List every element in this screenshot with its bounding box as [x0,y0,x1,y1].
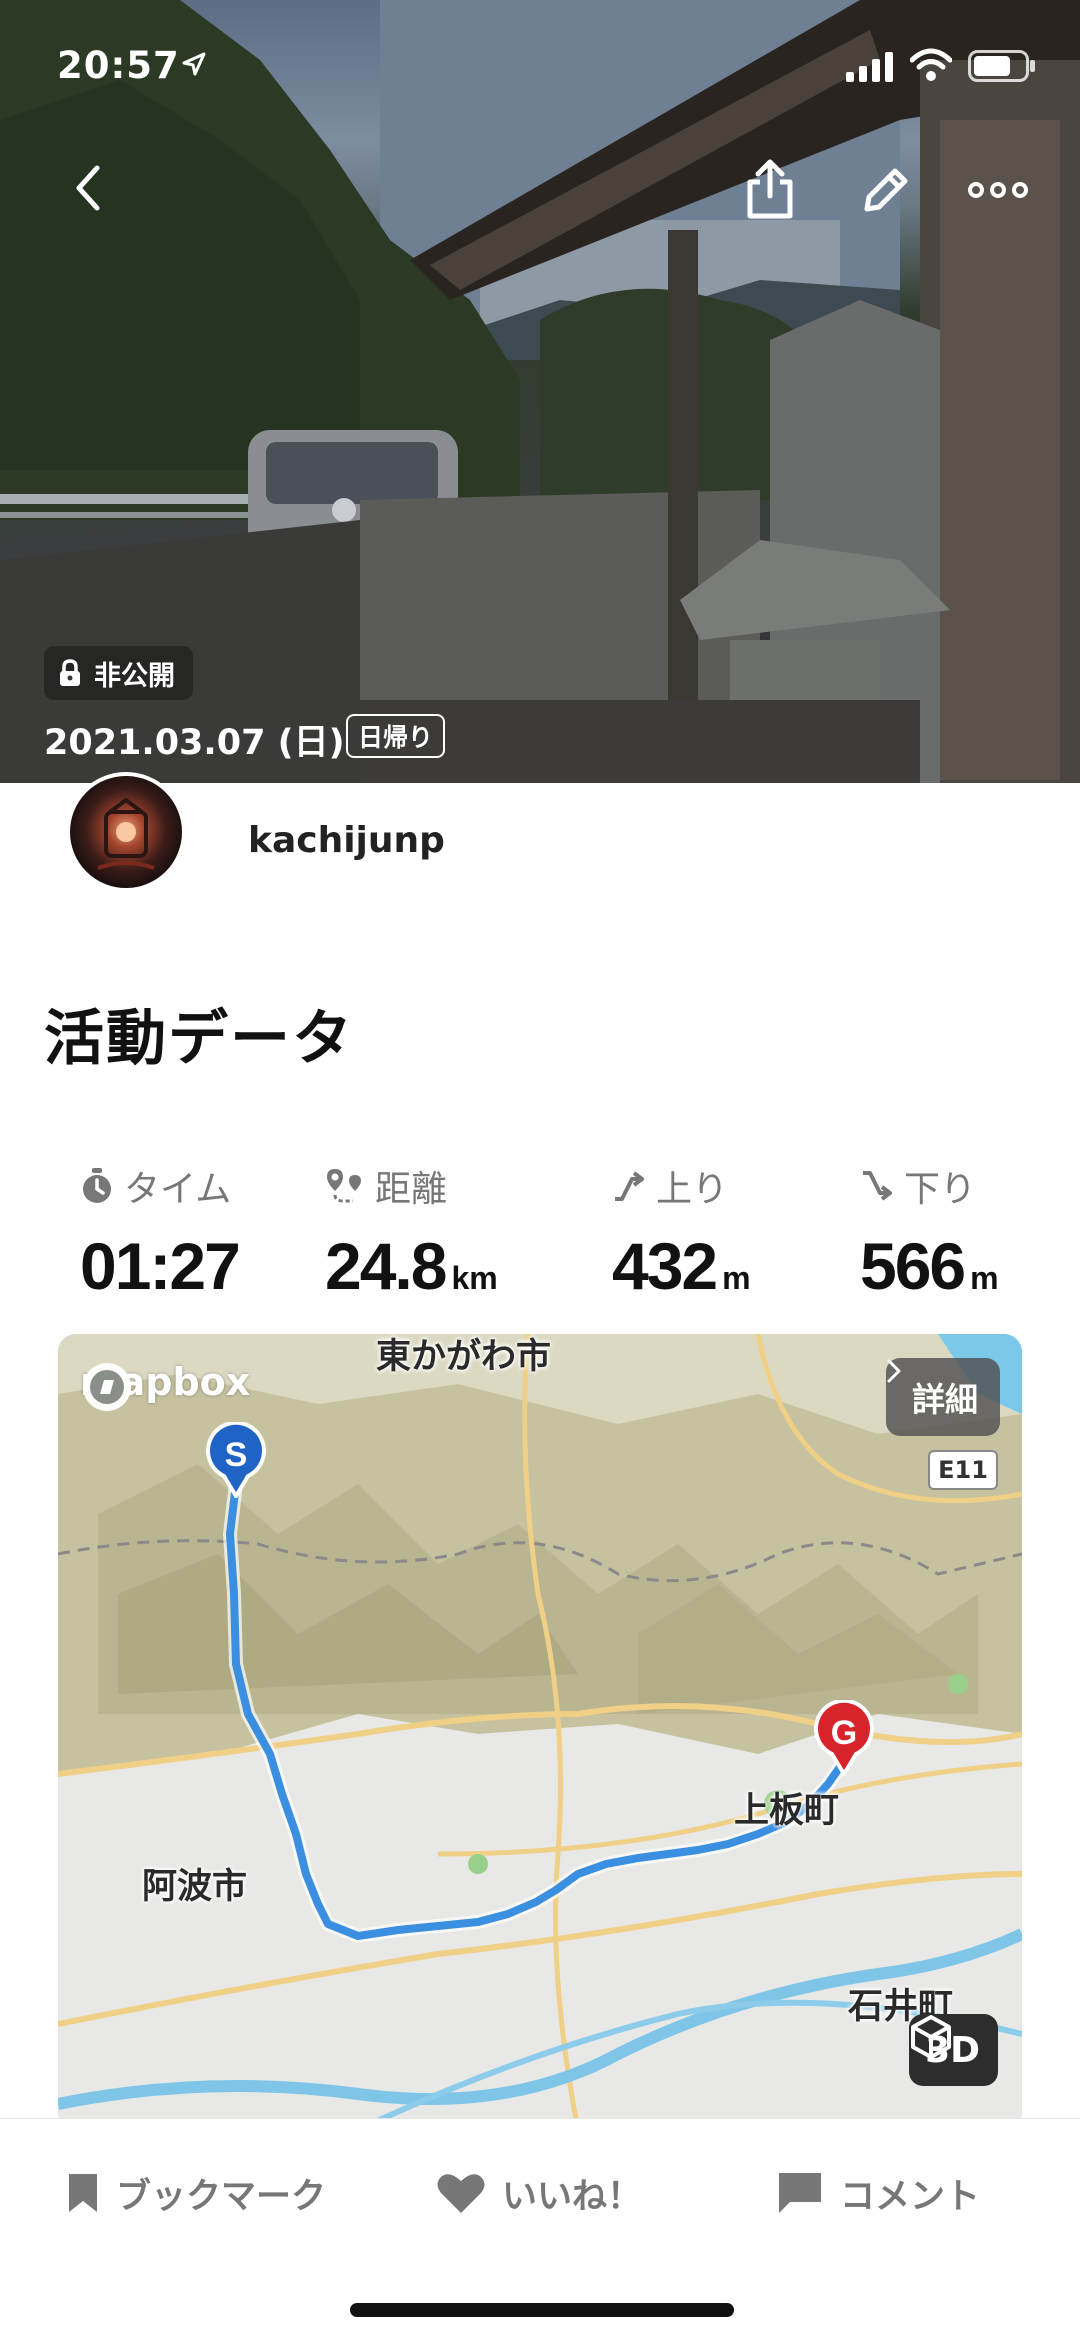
chevron-right-icon [887,1359,901,1383]
home-indicator[interactable] [350,2303,734,2317]
bookmark-label: ブックマーク [116,2176,327,2217]
route-pin-icon [327,1169,361,1203]
chevron-left-icon [76,165,100,211]
cellular-signal-icon [846,52,893,82]
stat-descent-value: 566 [860,1229,966,1303]
trip-type-badge: 日帰り [346,714,446,758]
pencil-icon [864,168,908,212]
comment-button[interactable]: コメント [776,2161,980,2225]
edit-button[interactable] [856,160,916,220]
heart-icon [437,2174,485,2213]
start-pin-label: S [225,1436,248,1474]
map-detail-button[interactable]: 詳細 [886,1358,1000,1436]
stat-descent: 下り 566 m [860,1160,999,1304]
share-icon [747,159,793,219]
ascent-arrow-icon [615,1171,644,1201]
privacy-label: 非公開 [94,660,175,692]
route-map[interactable]: 東かがわ市 阿波市 上板町 石井町 mapbox 詳細 E11 S G 3D [58,1334,1022,2130]
bookmark-icon [69,2174,97,2212]
bottom-action-bar: ブックマーク いいね！ コメント [0,2118,1080,2338]
stat-descent-label: 下り [904,1169,977,1210]
map-label-awa: 阿波市 [142,1867,248,1907]
stat-descent-unit: m [970,1260,999,1296]
battery-icon [968,50,1035,82]
stat-time: タイム 01:27 [80,1160,241,1304]
goal-pin-label: G [831,1714,857,1752]
activity-stats: タイム 01:27 距離 24.8 km 上り 432 m 下り 566 m [40,1160,1040,1320]
stat-ascent-value: 432 [612,1229,718,1303]
more-options-button[interactable] [966,168,1030,212]
username[interactable]: kachijunp [248,820,445,861]
road-badge: E11 [928,1450,998,1490]
map-detail-label: 詳細 [912,1380,978,1419]
stat-ascent-label: 上り [656,1169,729,1210]
stat-ascent-unit: m [722,1260,751,1296]
avatar[interactable] [66,772,186,892]
status-time: 20:57 [57,44,180,87]
wifi-icon [910,48,952,81]
stat-distance-label: 距離 [375,1169,448,1210]
privacy-badge: 非公開 [44,646,193,700]
stat-time-label: タイム [124,1169,232,1210]
stat-time-value: 01:27 [80,1229,241,1303]
more-dots-icon [968,182,1028,198]
back-button[interactable] [60,158,116,218]
stat-distance-value: 24.8 [325,1229,447,1303]
cube-icon [911,2015,952,2059]
stat-distance-unit: km [451,1260,498,1296]
stat-ascent: 上り 432 m [612,1160,751,1304]
comment-icon [779,2173,821,2213]
descent-arrow-icon [863,1171,892,1201]
section-title: 活動データ [44,1004,354,1074]
bookmark-button[interactable]: ブックマーク [66,2161,326,2225]
comment-label: コメント [840,2176,981,2217]
map-label-kamiita: 上板町 [734,1791,840,1831]
start-pin-icon: S [206,1422,266,1498]
stopwatch-icon [83,1168,111,1203]
cover-photo: 20:57 非公開 2021.03.07 (日) 日帰り [0,0,1080,783]
like-label: いいね！ [502,2176,643,2217]
map-label-higashikagawa: 東かがわ市 [376,1337,552,1377]
status-bar: 20:57 [0,0,1080,132]
mapbox-logo[interactable]: mapbox [80,1360,250,1411]
stat-distance: 距離 24.8 km [325,1160,498,1304]
location-arrow-icon [182,52,206,76]
goal-pin-icon: G [814,1700,874,1776]
share-button[interactable] [740,156,800,222]
lantern-avatar-image [97,797,155,870]
lock-icon [60,659,80,686]
activity-date: 2021.03.07 (日) [44,723,345,763]
map-3d-button[interactable]: 3D [909,2014,998,2086]
mapbox-icon [83,1363,131,1411]
like-button[interactable]: いいね！ [436,2161,642,2225]
